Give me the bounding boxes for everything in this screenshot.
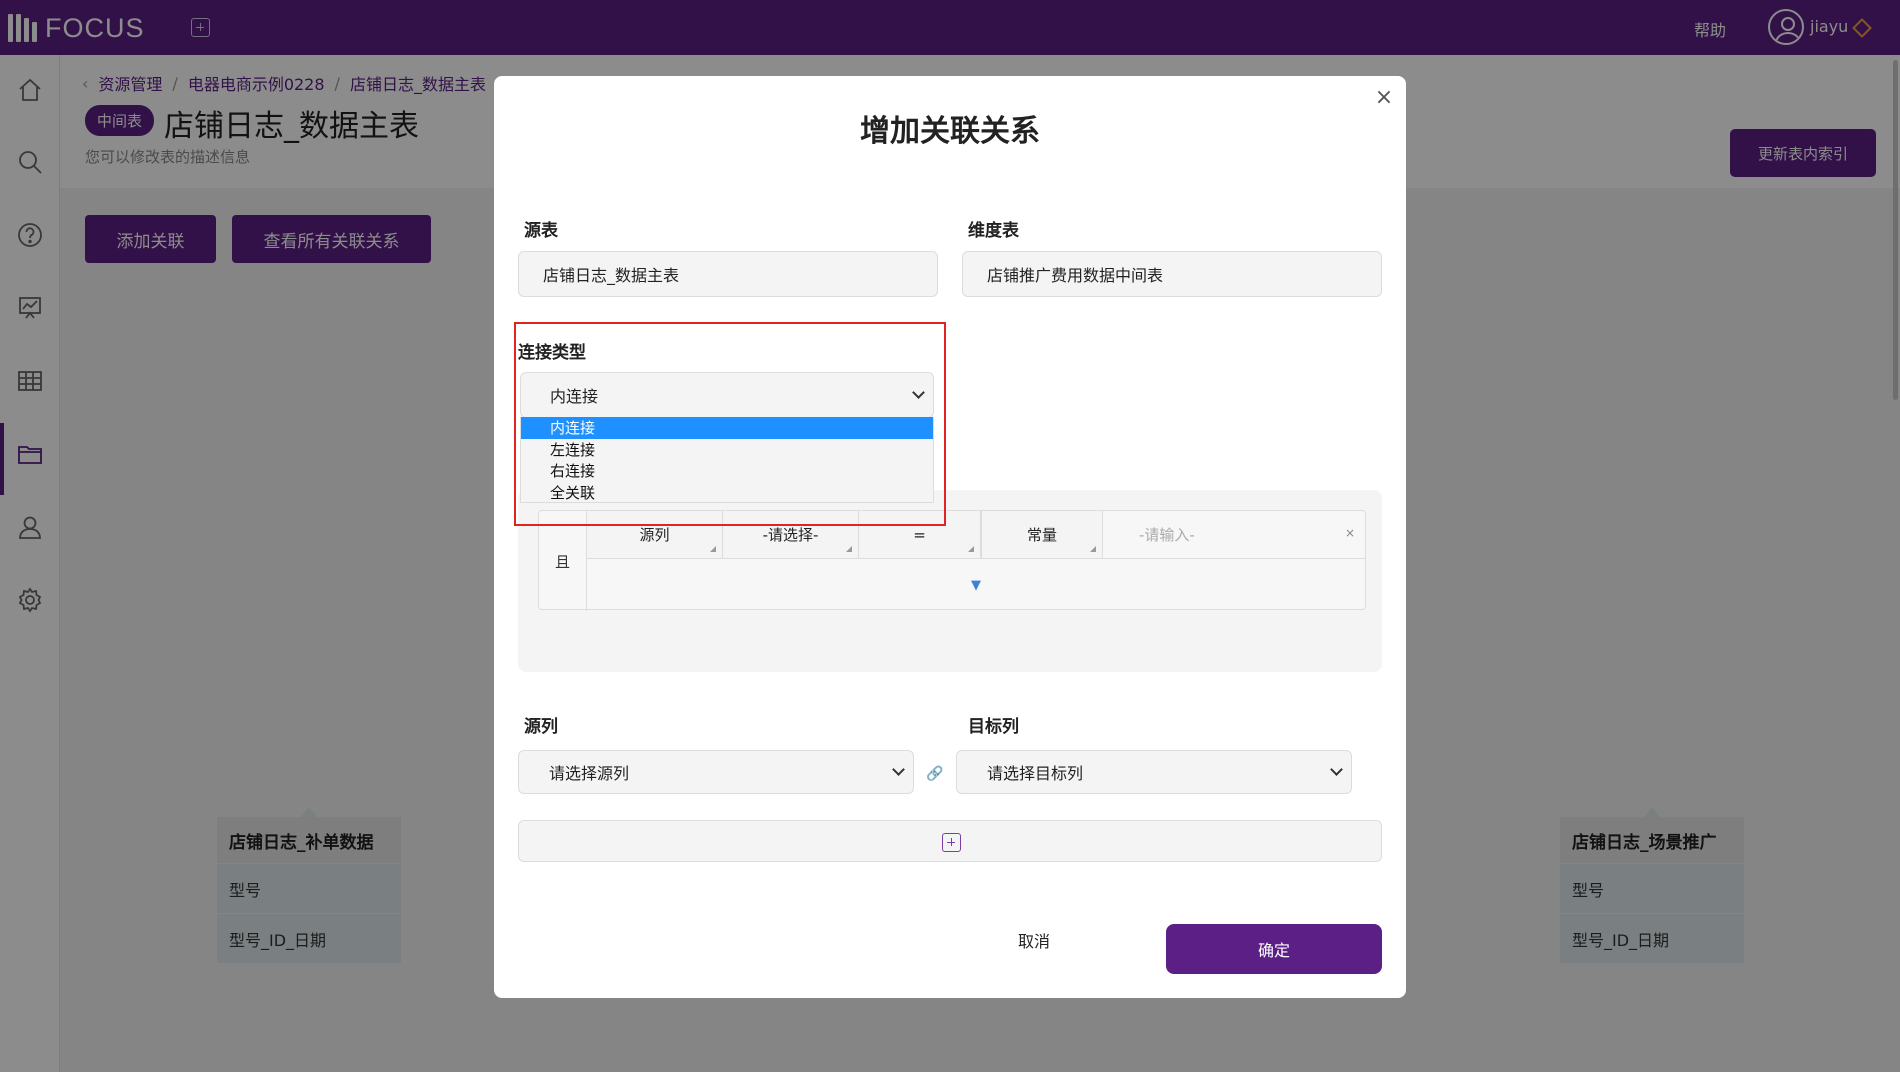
add-icon (942, 833, 961, 852)
target-column-label: 目标列 (968, 717, 1019, 737)
add-relation-dialog: × 增加关联关系 源表 店铺日志_数据主表 维度表 店铺推广费用数据中间表 连接… (494, 76, 1406, 998)
cancel-button[interactable]: 取消 (984, 916, 1084, 964)
source-column-label: 源列 (524, 717, 558, 737)
source-table-value: 店铺日志_数据主表 (543, 266, 680, 285)
dimension-table-value: 店铺推广费用数据中间表 (987, 266, 1164, 285)
chevron-down-icon (1330, 763, 1343, 776)
condition-logic[interactable]: 且 (539, 511, 587, 611)
source-column-placeholder: 请选择源列 (549, 764, 630, 783)
target-column-placeholder: 请选择目标列 (987, 764, 1084, 783)
link-icon: 🔗 (926, 766, 944, 782)
target-column-select[interactable]: 请选择目标列 (956, 750, 1352, 794)
source-table-label: 源表 (524, 221, 558, 241)
source-column-select[interactable]: 请选择源列 (518, 750, 914, 794)
dimension-table-label: 维度表 (968, 221, 1019, 241)
dropdown-triangle-icon (710, 546, 716, 552)
highlight-annotation-box (514, 322, 946, 526)
dropdown-triangle-icon (1090, 546, 1096, 552)
condition-constant-select[interactable]: 常量 (981, 511, 1103, 559)
expand-triangle-icon[interactable]: ▼ (587, 559, 1365, 611)
source-table-field: 店铺日志_数据主表 (518, 251, 938, 297)
condition-constant-label: 常量 (1026, 526, 1057, 544)
chevron-down-icon (892, 763, 905, 776)
dropdown-triangle-icon (846, 546, 852, 552)
add-column-pair-button[interactable] (518, 820, 1382, 862)
condition-operator-label: = (913, 525, 926, 544)
condition-select-label: -请选择- (762, 526, 819, 544)
dropdown-triangle-icon (968, 546, 974, 552)
dimension-table-field: 店铺推广费用数据中间表 (962, 251, 1382, 297)
dialog-title: 增加关联关系 (860, 114, 1040, 149)
condition-source-col-label: 源列 (639, 526, 670, 544)
clear-icon[interactable]: × (1345, 526, 1355, 540)
condition-value-placeholder: -请输入- (1139, 526, 1195, 544)
condition-value-input[interactable]: -请输入- × (1103, 511, 1365, 559)
confirm-button[interactable]: 确定 (1166, 924, 1382, 974)
